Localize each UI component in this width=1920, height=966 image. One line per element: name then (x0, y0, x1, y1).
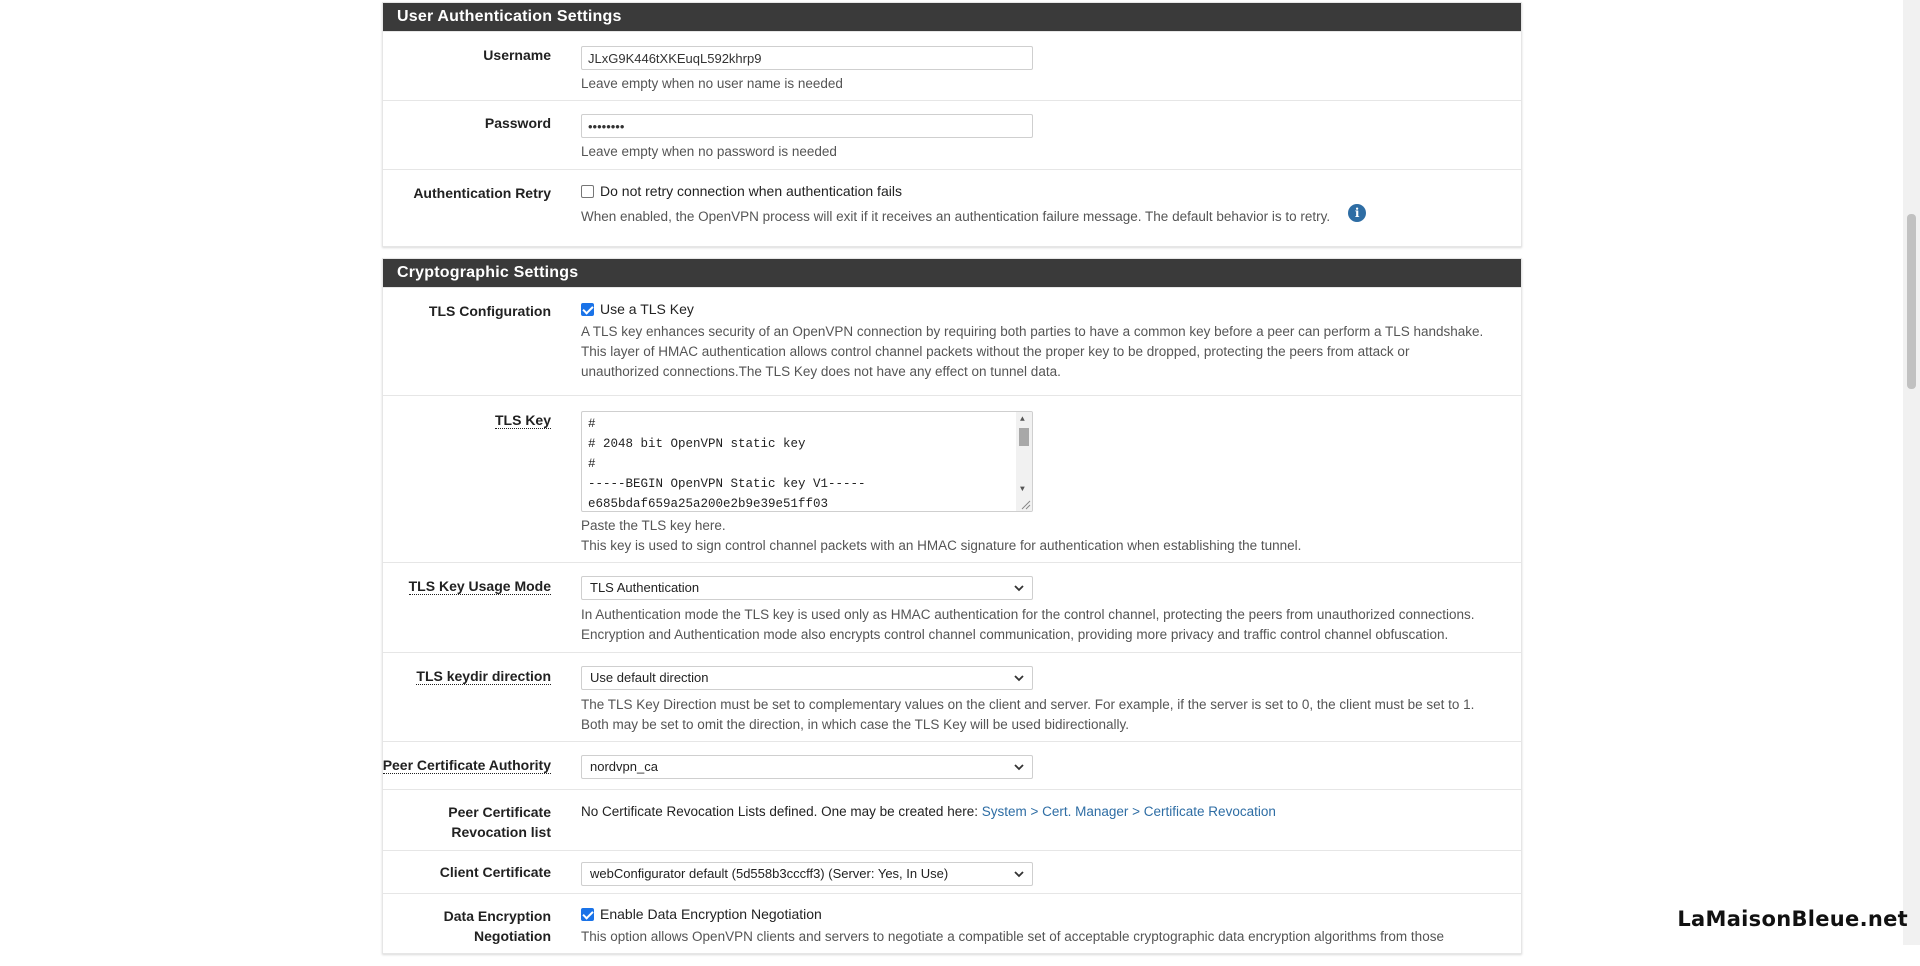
peer-crl-text: No Certificate Revocation Lists defined.… (581, 804, 982, 819)
auth-retry-checkbox-label: Do not retry connection when authenticat… (600, 183, 902, 199)
crypto-panel: Cryptographic Settings TLS Configuration… (382, 258, 1522, 954)
username-row: Username Leave empty when no user name i… (383, 31, 1521, 100)
help-line: This layer of HMAC authentication allows… (581, 344, 1410, 359)
username-input[interactable] (581, 46, 1033, 70)
password-row: Password Leave empty when no password is… (383, 100, 1521, 169)
info-icon[interactable]: i (1348, 204, 1367, 223)
help-line: unauthorized connections.The TLS Key doe… (581, 364, 1061, 379)
tls-keydir-help: Both may be set to omit the direction, i… (581, 717, 1130, 732)
client-cert-value: webConfigurator default (5d558b3cccff3) … (590, 866, 949, 881)
data-enc-row: Data Encryption Negotiation Enable Data … (383, 893, 1521, 953)
tls-keydir-value: Use default direction (590, 670, 709, 685)
resize-grip-icon[interactable] (1019, 498, 1031, 510)
username-help: Leave empty when no user name is needed (581, 76, 843, 91)
tls-key-help: This key is used to sign control channel… (581, 538, 1302, 553)
peer-ca-row: Peer Certificate Authority nordvpn_ca (382, 741, 1521, 789)
page-scrollbar[interactable] (1903, 0, 1920, 945)
chevron-down-icon (1014, 871, 1024, 878)
tls-usage-help: Encryption and Authentication mode also … (581, 627, 1449, 642)
data-enc-checkbox-label: Enable Data Encryption Negotiation (600, 906, 822, 922)
client-cert-row: Client Certificate webConfigurator defau… (383, 850, 1521, 893)
chevron-down-icon (1014, 585, 1024, 592)
page-scroll-thumb[interactable] (1907, 214, 1916, 389)
client-cert-label: Client Certificate (439, 864, 551, 880)
tls-config-row: TLS Configuration Use a TLS Key A TLS ke… (383, 287, 1521, 395)
tls-key-textarea[interactable]: # # 2048 bit OpenVPN static key # -----BEGI… (581, 411, 1033, 512)
client-cert-select[interactable]: webConfigurator default (5d558b3cccff3) … (581, 862, 1033, 886)
form-container: User Authentication Settings Username Le… (382, 2, 1522, 966)
tls-keydir-select[interactable]: Use default direction (581, 666, 1033, 690)
tls-key-checkbox[interactable] (581, 303, 594, 316)
peer-crl-label: Peer Certificate Revocation list (448, 804, 551, 840)
panel-heading: User Authentication Settings (383, 3, 1521, 31)
auth-retry-help: When enabled, the OpenVPN process will e… (581, 209, 1331, 224)
help-line: A TLS key enhances security of an OpenVP… (581, 324, 1484, 339)
auth-retry-checkbox[interactable] (581, 185, 594, 198)
password-label: Password (484, 115, 551, 131)
tls-key-help: Paste the TLS key here. (581, 518, 726, 533)
peer-ca-label: Peer Certificate Authority (382, 757, 551, 774)
watermark: LaMaisonBleue.net (1677, 907, 1908, 931)
scroll-up-icon[interactable]: ▲ (1020, 415, 1025, 425)
chevron-down-icon (1014, 675, 1024, 682)
tls-key-row: TLS Key # # 2048 bit OpenVPN static key # -… (383, 395, 1521, 562)
data-enc-label: Data Encryption Negotiation (443, 908, 551, 944)
data-enc-checkbox[interactable] (581, 908, 594, 921)
peer-crl-row: Peer Certificate Revocation list No Cert… (383, 789, 1521, 850)
chevron-down-icon (1014, 764, 1024, 771)
auth-retry-row: Authentication Retry Do not retry connec… (383, 169, 1521, 246)
tls-key-label: TLS Key (494, 412, 551, 429)
tls-usage-value: TLS Authentication (590, 580, 700, 595)
tls-keydir-label: TLS keydir direction (416, 668, 551, 685)
tls-keydir-row: TLS keydir direction Use default directi… (383, 652, 1521, 741)
scroll-down-icon[interactable]: ▼ (1020, 485, 1025, 495)
username-label: Username (483, 47, 551, 63)
password-input[interactable] (581, 114, 1033, 138)
tls-usage-row: TLS Key Usage Mode TLS Authentication In… (383, 562, 1521, 652)
tls-usage-label: TLS Key Usage Mode (408, 578, 551, 595)
tls-usage-help: In Authentication mode the TLS key is us… (581, 607, 1475, 622)
peer-ca-value: nordvpn_ca (590, 759, 658, 774)
tls-config-label: TLS Configuration (428, 303, 551, 319)
tls-keydir-help: The TLS Key Direction must be set to com… (581, 697, 1475, 712)
tls-key-text: # # 2048 bit OpenVPN static key # -----BEGI… (588, 417, 866, 511)
password-help: Leave empty when no password is needed (581, 144, 837, 159)
textarea-scrollbar[interactable]: ▲ ▼ (1016, 412, 1032, 511)
panel-heading: Cryptographic Settings (383, 259, 1521, 287)
data-enc-help: This option allows OpenVPN clients and s… (581, 929, 1444, 944)
scroll-thumb[interactable] (1019, 428, 1029, 446)
cert-revocation-link[interactable]: System > Cert. Manager > Certificate Rev… (982, 804, 1276, 819)
peer-ca-select[interactable]: nordvpn_ca (581, 755, 1033, 779)
auth-retry-label: Authentication Retry (413, 185, 551, 201)
tls-usage-select[interactable]: TLS Authentication (581, 576, 1033, 600)
user-auth-panel: User Authentication Settings Username Le… (382, 2, 1522, 247)
tls-key-checkbox-label: Use a TLS Key (600, 301, 694, 317)
tls-config-help: A TLS key enhances security of an OpenVP… (581, 322, 1513, 382)
